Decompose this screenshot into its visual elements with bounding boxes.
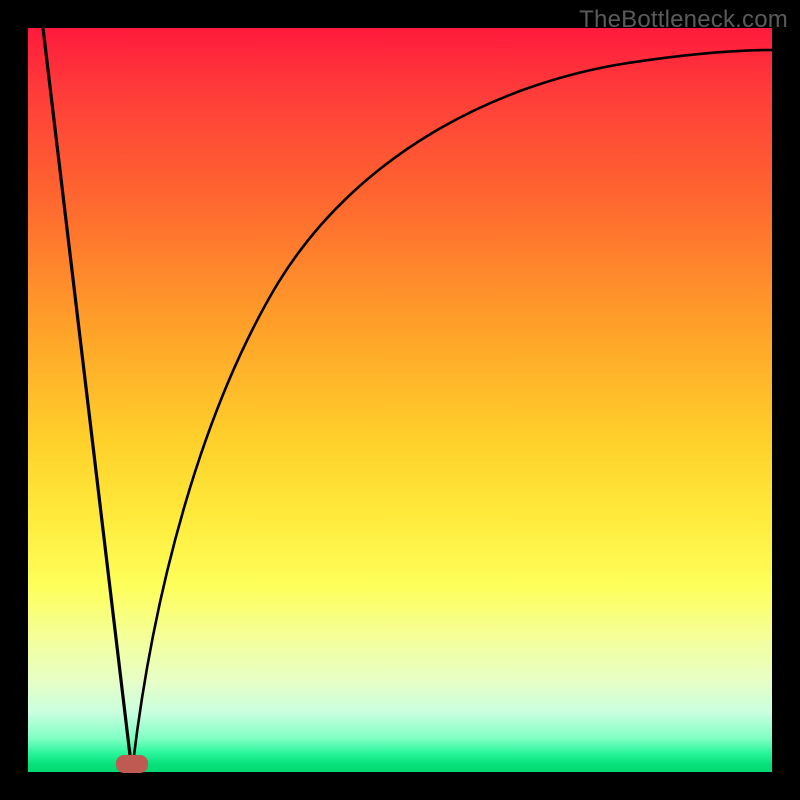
plot-area xyxy=(28,28,772,772)
curve-right-branch xyxy=(132,50,772,772)
curve-left-branch xyxy=(43,28,132,772)
minimum-marker xyxy=(116,755,148,773)
chart-frame: TheBottleneck.com xyxy=(0,0,800,800)
curve-layer xyxy=(28,28,772,772)
